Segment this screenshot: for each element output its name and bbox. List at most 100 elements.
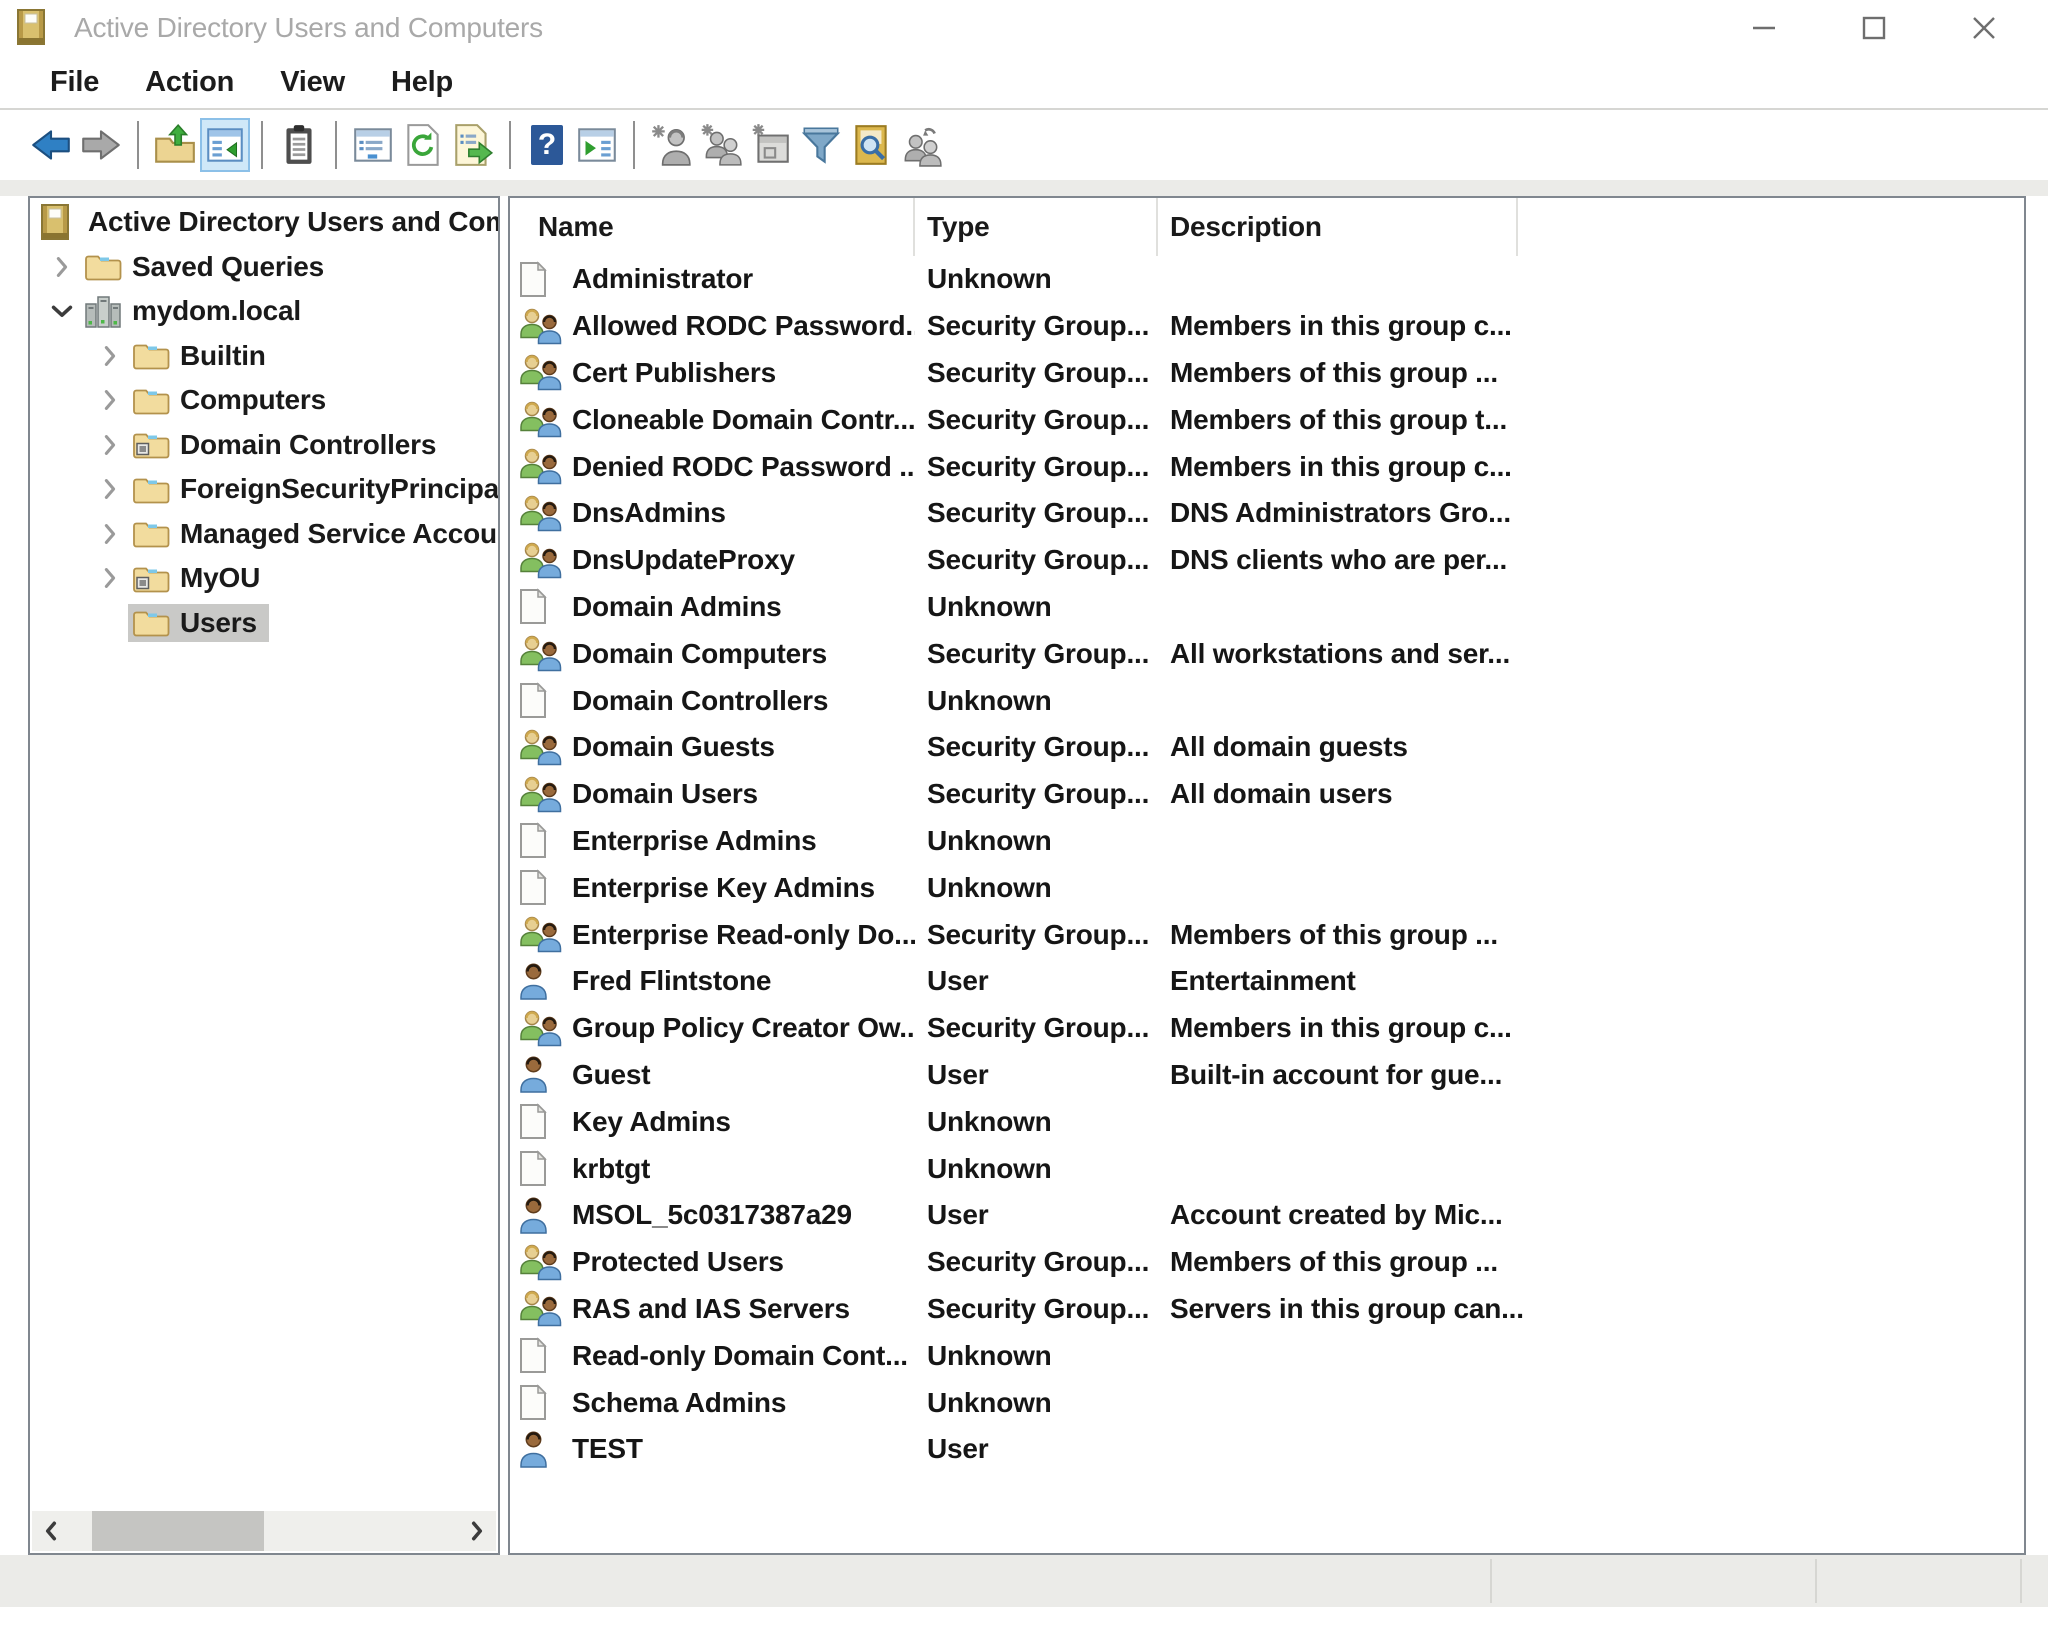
- object-type-icon: [518, 541, 568, 580]
- object-type-icon: [518, 1289, 568, 1328]
- find-icon[interactable]: [846, 118, 896, 172]
- close-button[interactable]: [1968, 12, 2000, 44]
- column-header-description[interactable]: Description: [1158, 198, 1518, 256]
- tree-item[interactable]: Domain Controllers: [30, 423, 498, 468]
- forward-icon[interactable]: [76, 118, 126, 172]
- table-row[interactable]: Domain Controllers Unknown: [510, 677, 2024, 724]
- title-bar: Active Directory Users and Computers: [0, 0, 2048, 56]
- tree-item[interactable]: MyOU: [30, 556, 498, 601]
- scrollbar-thumb[interactable]: [92, 1511, 264, 1551]
- tree-item-label: Managed Service Accounts: [180, 518, 500, 550]
- tree-item[interactable]: Computers: [30, 378, 498, 423]
- table-row[interactable]: Domain Guests Security Group... All doma…: [510, 724, 2024, 771]
- object-name: DnsUpdateProxy: [572, 544, 795, 576]
- object-description: Members in this group c...: [1158, 1012, 2024, 1044]
- tree-item-icon: [84, 251, 124, 282]
- expander-chevron-icon[interactable]: [42, 291, 82, 331]
- tree-item-label: mydom.local: [132, 295, 301, 327]
- object-type-icon: [518, 634, 568, 673]
- scroll-right-arrow-icon[interactable]: [458, 1511, 496, 1551]
- object-name: Denied RODC Password ...: [572, 451, 915, 483]
- tree-item[interactable]: ForeignSecurityPrincipals: [30, 467, 498, 512]
- object-type: User: [915, 1433, 1158, 1465]
- menu-help[interactable]: Help: [391, 66, 453, 99]
- table-row[interactable]: DnsAdmins Security Group... DNS Administ…: [510, 490, 2024, 537]
- table-row[interactable]: Protected Users Security Group... Member…: [510, 1239, 2024, 1286]
- tree-item[interactable]: Active Directory Users and Computers: [30, 200, 498, 245]
- window-list-icon[interactable]: [348, 118, 398, 172]
- console-tree: Active Directory Users and Computers: [30, 198, 498, 645]
- column-header-name[interactable]: Name: [510, 198, 915, 256]
- table-row[interactable]: Key Admins Unknown: [510, 1098, 2024, 1145]
- expander-chevron-icon[interactable]: [90, 425, 130, 465]
- object-type: Security Group...: [915, 497, 1158, 529]
- tree-item-icon: [40, 203, 80, 241]
- table-row[interactable]: Enterprise Admins Unknown: [510, 818, 2024, 865]
- menu-file[interactable]: File: [50, 66, 99, 99]
- table-row[interactable]: Cert Publishers Security Group... Member…: [510, 350, 2024, 397]
- table-row[interactable]: Enterprise Read-only Do... Security Grou…: [510, 911, 2024, 958]
- expander-chevron-icon[interactable]: [42, 247, 82, 287]
- help-icon[interactable]: ?: [522, 118, 572, 172]
- export-list-icon[interactable]: [448, 118, 498, 172]
- column-header-type[interactable]: Type: [915, 198, 1158, 256]
- filter-icon[interactable]: [796, 118, 846, 172]
- up-one-level-icon[interactable]: [150, 118, 200, 172]
- table-row[interactable]: Fred Flintstone User Entertainment: [510, 958, 2024, 1005]
- minimize-button[interactable]: [1748, 12, 1780, 44]
- window-controls: [1748, 0, 2000, 56]
- table-row[interactable]: Allowed RODC Password... Security Group.…: [510, 303, 2024, 350]
- toolbar-separator: [335, 121, 337, 169]
- scroll-left-arrow-icon[interactable]: [32, 1511, 70, 1551]
- table-row[interactable]: Schema Admins Unknown: [510, 1379, 2024, 1426]
- window-play-icon[interactable]: [572, 118, 622, 172]
- users-key-icon[interactable]: [896, 118, 946, 172]
- clipboard-icon[interactable]: [274, 118, 324, 172]
- expander-chevron-icon[interactable]: [90, 603, 130, 643]
- object-type: Unknown: [915, 825, 1158, 857]
- menu-action[interactable]: Action: [145, 66, 234, 99]
- show-console-tree-icon[interactable]: [200, 118, 250, 172]
- list-header: Name Type Description: [510, 198, 2024, 256]
- table-row[interactable]: Administrator Unknown: [510, 256, 2024, 303]
- table-row[interactable]: Read-only Domain Cont... Unknown: [510, 1332, 2024, 1379]
- tree-item[interactable]: Builtin: [30, 334, 498, 379]
- table-row[interactable]: Cloneable Domain Contr... Security Group…: [510, 396, 2024, 443]
- table-row[interactable]: Domain Admins Unknown: [510, 584, 2024, 631]
- tree-item[interactable]: mydom.local: [30, 289, 498, 334]
- table-row[interactable]: Domain Computers Security Group... All w…: [510, 630, 2024, 677]
- scrollbar-track[interactable]: [70, 1511, 458, 1551]
- object-type: Unknown: [915, 1106, 1158, 1138]
- table-row[interactable]: Enterprise Key Admins Unknown: [510, 864, 2024, 911]
- table-row[interactable]: TEST User: [510, 1426, 2024, 1473]
- tree-item[interactable]: Users: [30, 601, 498, 646]
- object-type-icon: [518, 1150, 568, 1187]
- new-ou-icon[interactable]: [746, 118, 796, 172]
- tree-item[interactable]: Saved Queries: [30, 245, 498, 290]
- object-name: Cert Publishers: [572, 357, 776, 389]
- tree-item[interactable]: Managed Service Accounts: [30, 512, 498, 557]
- table-row[interactable]: krbtgt Unknown: [510, 1145, 2024, 1192]
- object-type: Security Group...: [915, 544, 1158, 576]
- menu-view[interactable]: View: [280, 66, 345, 99]
- new-group-icon[interactable]: [696, 118, 746, 172]
- tree-horizontal-scrollbar[interactable]: [32, 1511, 496, 1551]
- expander-chevron-icon[interactable]: [90, 558, 130, 598]
- object-type: User: [915, 965, 1158, 997]
- back-icon[interactable]: [26, 118, 76, 172]
- table-row[interactable]: RAS and IAS Servers Security Group... Se…: [510, 1286, 2024, 1333]
- table-row[interactable]: Domain Users Security Group... All domai…: [510, 771, 2024, 818]
- new-user-icon[interactable]: [646, 118, 696, 172]
- expander-chevron-icon[interactable]: [90, 336, 130, 376]
- expander-chevron-icon[interactable]: [90, 469, 130, 509]
- expander-chevron-icon[interactable]: [90, 514, 130, 554]
- table-row[interactable]: Group Policy Creator Ow... Security Grou…: [510, 1005, 2024, 1052]
- table-row[interactable]: DnsUpdateProxy Security Group... DNS cli…: [510, 537, 2024, 584]
- table-row[interactable]: Guest User Built-in account for gue...: [510, 1052, 2024, 1099]
- maximize-button[interactable]: [1858, 12, 1890, 44]
- expander-chevron-icon[interactable]: [90, 380, 130, 420]
- table-row[interactable]: MSOL_5c0317387a29 User Account created b…: [510, 1192, 2024, 1239]
- refresh-icon[interactable]: [398, 118, 448, 172]
- object-type-icon: [518, 1337, 568, 1374]
- table-row[interactable]: Denied RODC Password ... Security Group.…: [510, 443, 2024, 490]
